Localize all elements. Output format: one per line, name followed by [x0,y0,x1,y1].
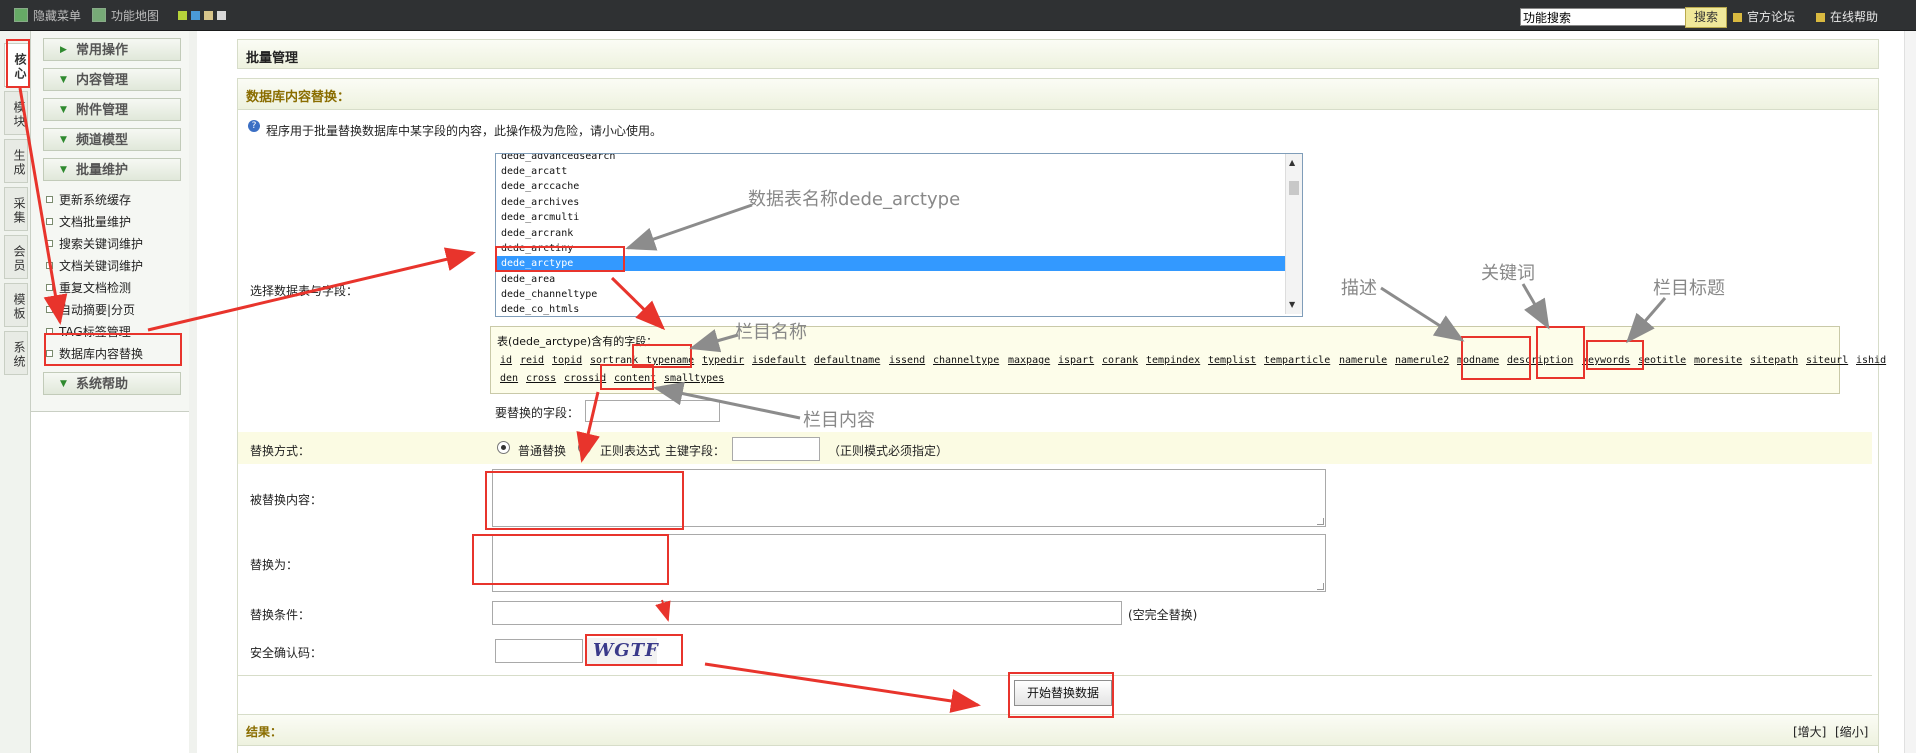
arrow-table-note [625,203,753,251]
arrow-menu-to-list [147,247,476,332]
arrow-list-to-fields [610,276,666,331]
arrow-column-name-note [689,329,739,353]
arrow-column-content-note [653,381,801,420]
arrow-to-submit [704,662,981,713]
arrow-to-condition [655,599,671,622]
arrow-seotitle-note [1626,297,1667,344]
arrow-keywords-note [1521,283,1550,330]
arrow-core-to-menu [18,87,68,325]
annotation-arrows [18,87,1667,713]
arrow-to-field-input [576,391,600,463]
arrow-description-note [1380,286,1465,342]
